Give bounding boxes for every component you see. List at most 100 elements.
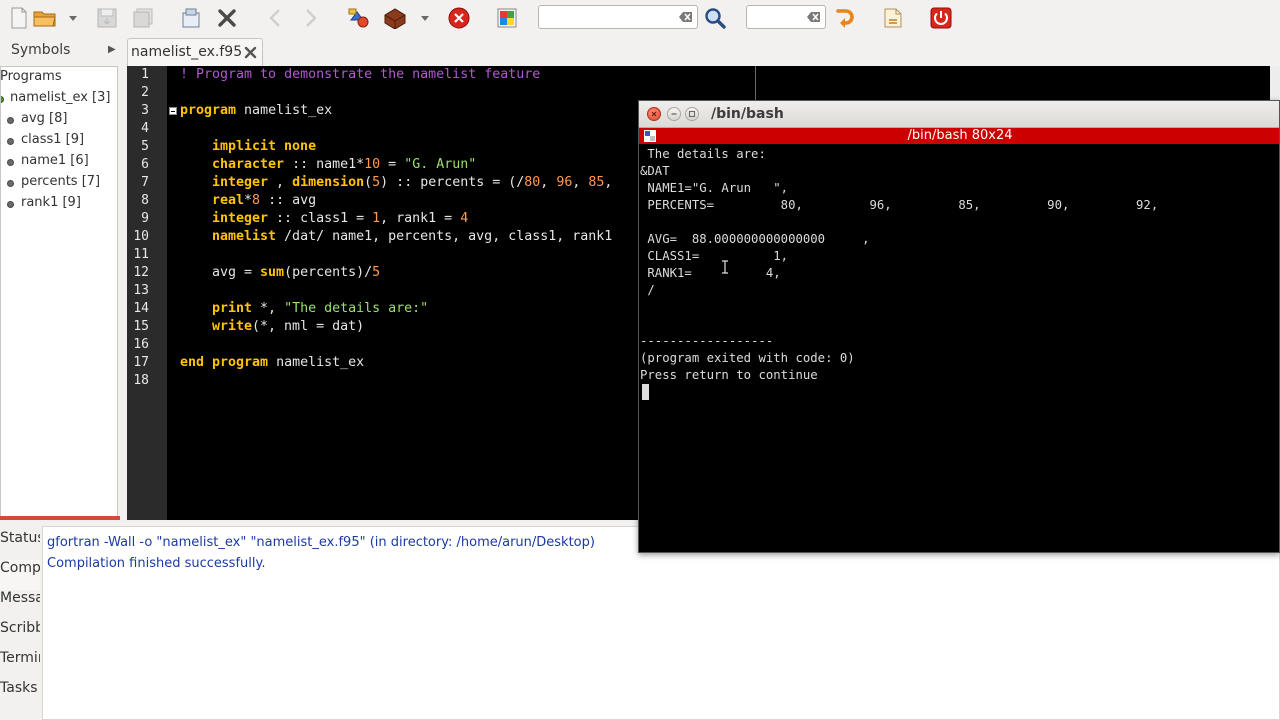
build-dropdown-icon[interactable] bbox=[416, 5, 434, 31]
line-number: 15 bbox=[133, 319, 149, 334]
stop-icon[interactable] bbox=[446, 5, 472, 31]
tab-compiler[interactable]: Compiler bbox=[0, 560, 40, 590]
line-number: 16 bbox=[133, 337, 149, 352]
line-number: 14 bbox=[133, 301, 149, 316]
program-icon bbox=[1, 96, 4, 103]
message-panel-tabs: Status Compiler Messages Scribble Termin… bbox=[0, 520, 40, 720]
terminal-line: NAME1="G. Arun ", bbox=[640, 181, 789, 195]
line-number: 9 bbox=[141, 211, 149, 226]
code-line-7: integer , dimension(5) :: percents = (/8… bbox=[212, 175, 621, 190]
window-close-icon[interactable] bbox=[647, 107, 661, 121]
code-line-6: character :: name1*10 = "G. Arun" bbox=[212, 157, 477, 172]
tree-item-label: avg [8] bbox=[21, 111, 68, 126]
variable-icon bbox=[7, 201, 14, 208]
jump-to-line-icon[interactable] bbox=[832, 5, 858, 31]
line-number: 18 bbox=[133, 373, 149, 388]
line-number: 2 bbox=[141, 85, 149, 100]
tab-tasks[interactable]: Tasks bbox=[0, 680, 40, 710]
color-chooser-icon[interactable] bbox=[494, 5, 520, 31]
line-number: 12 bbox=[133, 265, 149, 280]
sidebar-tabbar: Symbols ▶ bbox=[0, 36, 120, 64]
document-tab[interactable]: namelist_ex.f95 bbox=[127, 38, 263, 66]
close-file-icon[interactable] bbox=[214, 5, 240, 31]
save-icon[interactable] bbox=[94, 5, 120, 31]
code-line-1: ! Program to demonstrate the namelist fe… bbox=[180, 67, 541, 82]
line-number: 3 bbox=[141, 103, 149, 118]
quit-icon[interactable] bbox=[928, 5, 954, 31]
open-folder-icon[interactable] bbox=[32, 5, 58, 31]
terminal-line: (program exited with code: 0) bbox=[640, 351, 855, 365]
tree-item-label: percents [7] bbox=[21, 174, 101, 189]
tree-item-label: namelist_ex [3] bbox=[10, 90, 111, 105]
compile-icon[interactable] bbox=[346, 5, 372, 31]
symbol-tree: Programs namelist_ex [3] avg [8] class1 … bbox=[0, 66, 118, 520]
terminal-line: ------------------ bbox=[640, 334, 774, 348]
terminal-tab-bar: /bin/bash 80x24 bbox=[639, 128, 1279, 144]
clear-goto-icon[interactable] bbox=[807, 11, 821, 23]
line-number: 6 bbox=[141, 157, 149, 172]
revert-icon[interactable] bbox=[178, 5, 204, 31]
sidebar: Symbols ▶ Programs namelist_ex [3] avg [… bbox=[0, 36, 120, 520]
line-number: 11 bbox=[133, 247, 149, 262]
compiler-message[interactable]: Compilation finished successfully. bbox=[47, 556, 265, 571]
search-icon[interactable] bbox=[702, 5, 728, 31]
line-number: 17 bbox=[133, 355, 149, 370]
code-line-5: implicit none bbox=[212, 139, 317, 154]
tree-item-label: rank1 [9] bbox=[21, 195, 81, 210]
terminal-line: CLASS1= 1, bbox=[640, 249, 789, 263]
code-line-9: integer :: class1 = 1, rank1 = 4 bbox=[212, 211, 469, 226]
save-all-icon[interactable] bbox=[130, 5, 156, 31]
search-input-box[interactable] bbox=[538, 5, 698, 29]
line-number: 10 bbox=[133, 229, 149, 244]
document-tab-label: namelist_ex.f95 bbox=[131, 44, 243, 60]
clear-search-icon[interactable] bbox=[679, 11, 693, 23]
variable-icon bbox=[7, 180, 14, 187]
compiler-output[interactable]: gfortran -Wall -o "namelist_ex" "namelis… bbox=[42, 526, 1280, 720]
terminal-size-title: /bin/bash 80x24 bbox=[907, 128, 1013, 143]
mouse-ibeam-cursor-icon bbox=[722, 260, 728, 274]
sidebar-tab-arrow-icon[interactable]: ▶ bbox=[108, 44, 116, 55]
tree-item-label: Programs bbox=[0, 69, 62, 84]
terminal-cursor bbox=[642, 384, 649, 400]
recent-files-dropdown-icon[interactable] bbox=[64, 5, 82, 31]
code-line-15: write(*, nml = dat) bbox=[212, 319, 365, 334]
preferences-icon[interactable] bbox=[880, 5, 906, 31]
code-line-14: print *, "The details are:" bbox=[212, 301, 429, 316]
back-arrow-icon[interactable] bbox=[262, 5, 288, 31]
new-file-icon[interactable] bbox=[6, 5, 32, 31]
variable-icon bbox=[7, 138, 14, 145]
line-number: 7 bbox=[141, 175, 149, 190]
terminal-line: / bbox=[640, 283, 655, 297]
window-maximize-icon[interactable] bbox=[685, 107, 699, 121]
code-line-3: program namelist_ex bbox=[180, 103, 333, 118]
build-icon[interactable] bbox=[382, 5, 408, 31]
close-tab-icon[interactable] bbox=[244, 46, 257, 59]
compiler-message[interactable]: gfortran -Wall -o "namelist_ex" "namelis… bbox=[47, 535, 595, 550]
line-number: 1 bbox=[141, 67, 149, 82]
tree-item-programs[interactable]: Programs bbox=[0, 69, 62, 89]
terminal-output[interactable]: The details are: &DAT NAME1="G. Arun ", … bbox=[640, 146, 1279, 546]
terminal-line: The details are: bbox=[640, 147, 766, 161]
terminal-titlebar[interactable]: /bin/bash bbox=[639, 101, 1279, 128]
terminal-line: RANK1= 4, bbox=[640, 266, 781, 280]
tab-scribble[interactable]: Scribble bbox=[0, 620, 40, 650]
tab-terminal[interactable]: Terminal bbox=[0, 650, 40, 680]
terminal-window[interactable]: /bin/bash /bin/bash 80x24 The details ar… bbox=[638, 100, 1280, 553]
fold-toggle-icon[interactable] bbox=[169, 107, 177, 115]
terminal-window-title: /bin/bash bbox=[711, 106, 784, 122]
goto-line-box[interactable] bbox=[746, 5, 826, 29]
main-toolbar bbox=[0, 0, 1280, 36]
code-line-17: end program namelist_ex bbox=[180, 355, 365, 370]
line-number-gutter: 1 2 3 4 5 6 7 8 9 10 11 12 13 14 15 16 1… bbox=[127, 66, 167, 520]
tree-item-label: class1 [9] bbox=[21, 132, 85, 147]
variable-icon bbox=[7, 159, 14, 166]
tab-status[interactable]: Status bbox=[0, 530, 40, 560]
code-line-8: real*8 :: avg bbox=[212, 193, 317, 208]
window-minimize-icon[interactable] bbox=[667, 107, 681, 121]
forward-arrow-icon[interactable] bbox=[298, 5, 324, 31]
tab-symbols[interactable]: Symbols bbox=[0, 36, 102, 64]
tab-messages[interactable]: Messages bbox=[0, 590, 40, 620]
code-line-10: namelist /dat/ name1, percents, avg, cla… bbox=[212, 229, 613, 244]
terminal-line: PERCENTS= 80, 96, 85, 90, 92, bbox=[640, 198, 1159, 212]
search-input[interactable] bbox=[539, 6, 697, 28]
